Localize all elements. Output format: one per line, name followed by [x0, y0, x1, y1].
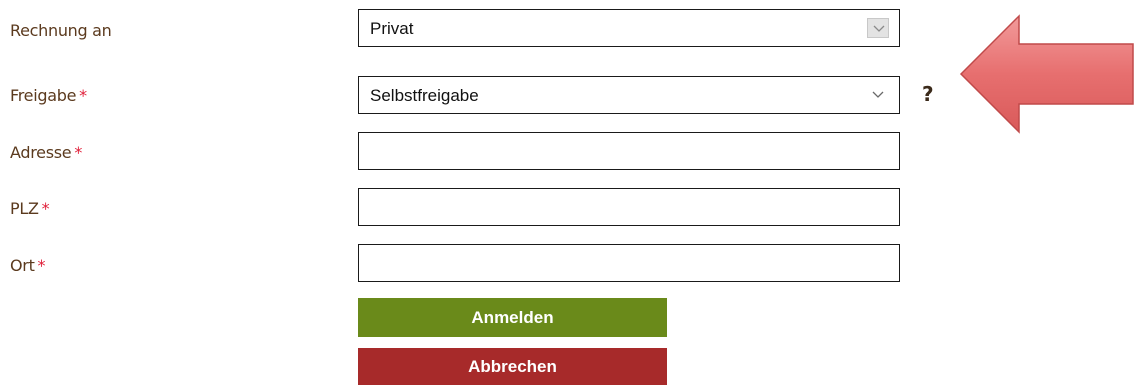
required-asterisk: * [79, 86, 87, 105]
ort-input[interactable] [358, 244, 900, 282]
rechnung-label-text: Rechnung an [10, 21, 112, 40]
ort-label-text: Ort [10, 256, 35, 275]
freigabe-label-text: Freigabe [10, 86, 77, 105]
plz-input[interactable] [358, 188, 900, 226]
plz-label-text: PLZ [10, 199, 39, 218]
ort-label: Ort * [10, 256, 46, 275]
adresse-label-text: Adresse [10, 143, 72, 162]
anmelden-button[interactable]: Anmelden [358, 298, 667, 337]
help-icon[interactable]: ? [922, 82, 934, 106]
required-asterisk: * [41, 199, 50, 218]
chevron-down-icon [867, 18, 889, 38]
freigabe-select[interactable]: Selbstfreigabe [358, 76, 900, 114]
adresse-input[interactable] [358, 132, 900, 170]
adresse-label: Adresse * [10, 143, 82, 162]
chevron-down-icon [867, 85, 889, 105]
plz-label: PLZ * [10, 199, 50, 218]
required-asterisk: * [37, 256, 46, 275]
abbrechen-button[interactable]: Abbrechen [358, 348, 667, 385]
rechnung-select-value: Privat [370, 19, 414, 38]
rechnung-label: Rechnung an [10, 21, 112, 40]
freigabe-select-value: Selbstfreigabe [370, 86, 479, 105]
freigabe-label: Freigabe * [10, 86, 87, 105]
rechnung-select[interactable]: Privat [358, 9, 900, 47]
arrow-left-icon [959, 14, 1134, 134]
required-asterisk: * [74, 143, 83, 162]
